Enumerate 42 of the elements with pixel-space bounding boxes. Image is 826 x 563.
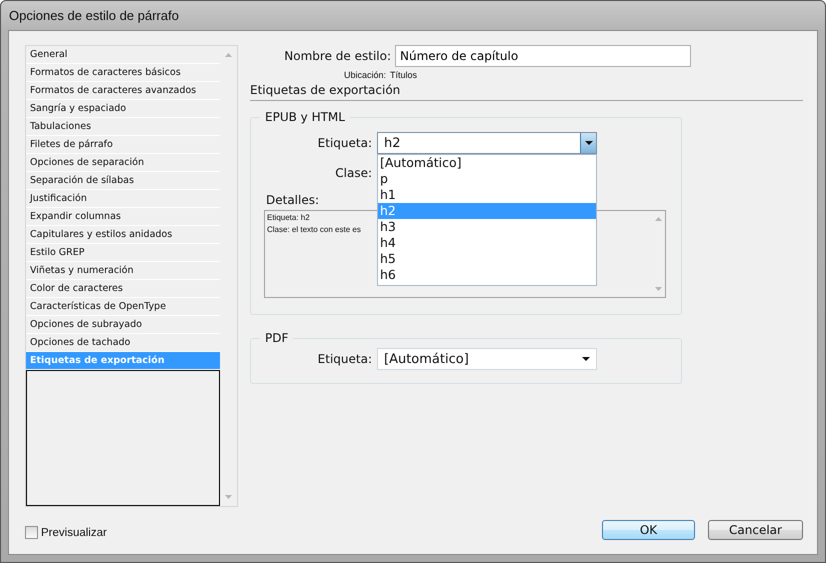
tag-option[interactable]: h3 — [378, 219, 596, 235]
tag-option[interactable]: h5 — [378, 251, 596, 267]
scroll-up-icon[interactable] — [224, 52, 233, 58]
pdf-legend: PDF — [260, 331, 294, 345]
category-item[interactable]: Opciones de separación — [26, 154, 220, 172]
scroll-up-icon[interactable] — [654, 216, 662, 222]
style-name-field[interactable]: Número de capítulo — [395, 45, 691, 67]
tag-option[interactable]: h6 — [378, 267, 596, 283]
category-item[interactable]: Formatos de caracteres básicos — [26, 64, 220, 82]
location-label: Ubicación: — [344, 70, 386, 80]
scroll-down-icon[interactable] — [654, 286, 662, 292]
details-text: Etiqueta: h2 — [267, 212, 310, 224]
category-item[interactable]: Características de OpenType — [26, 298, 220, 316]
preview-label: Previsualizar — [41, 526, 107, 538]
section-title: Etiquetas de exportación — [250, 83, 402, 97]
details-text: Clase: el texto con este es — [267, 224, 361, 236]
category-item[interactable]: Sangría y espaciado — [26, 100, 220, 118]
caret-icon — [582, 356, 590, 362]
tag-option[interactable]: [Automático] — [378, 155, 596, 171]
class-label: Clase: — [334, 166, 373, 180]
epub-legend: EPUB y HTML — [260, 110, 350, 124]
caret-icon — [584, 140, 592, 146]
window-title: Opciones de estilo de párrafo — [9, 8, 179, 23]
pdf-tag-label: Etiqueta: — [316, 352, 373, 366]
category-item[interactable]: Justificación — [26, 190, 220, 208]
dialog-button[interactable]: OK — [602, 520, 695, 540]
preview-checkbox[interactable] — [25, 526, 38, 539]
tag-label: Etiqueta: — [316, 136, 373, 150]
tag-option[interactable]: h1 — [378, 187, 596, 203]
dropdown-button[interactable] — [580, 133, 596, 153]
category-item[interactable]: Separación de sílabas — [26, 172, 220, 190]
location-value: Títulos — [390, 70, 418, 80]
tag-dropdown[interactable]: h2 — [377, 132, 597, 154]
category-item[interactable]: Viñetas y numeración — [26, 262, 220, 280]
tag-option[interactable]: p — [378, 171, 596, 187]
pdf-tag-dropdown[interactable]: [Automático] — [377, 348, 597, 370]
scroll-down-icon[interactable] — [224, 494, 233, 500]
tag-option[interactable]: h4 — [378, 235, 596, 251]
details-label: Detalles: — [266, 193, 320, 207]
dialog-button[interactable]: Cancelar — [708, 520, 803, 540]
style-name-label: Nombre de estilo: — [284, 49, 391, 63]
category-item[interactable]: Filetes de párrafo — [26, 136, 220, 154]
